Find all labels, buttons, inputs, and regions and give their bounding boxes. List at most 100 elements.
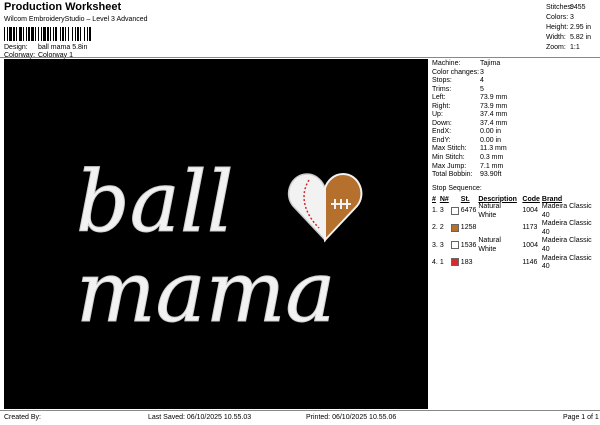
param-row: Right: 73.9 mm	[432, 103, 507, 112]
barcode-bar	[38, 27, 39, 41]
color-swatch	[450, 206, 459, 215]
needle-number: 1	[439, 258, 444, 266]
param-row: Total Bobbin: 93.90ft	[432, 171, 507, 180]
thread-code: 1173	[522, 224, 538, 232]
barcode-bar	[47, 27, 49, 41]
param-label: Trims:	[432, 85, 452, 93]
barcode-bar	[23, 27, 24, 41]
barcode-bar	[65, 27, 66, 41]
software-name: Wilcom EmbroideryStudio – Level 3 Advanc…	[4, 16, 148, 23]
footer-printed: Printed: 06/10/2025 10.55.06	[306, 414, 397, 421]
barcode-bar	[7, 27, 8, 41]
footer: Created By: Last Saved: 06/10/2025 10.55…	[0, 410, 600, 425]
param-label: Right:	[432, 102, 451, 110]
param-value: Tajima	[480, 60, 501, 67]
barcode-bar	[72, 27, 73, 41]
thread-brand: Madeira Classic 40	[541, 254, 592, 271]
barcode-bar	[31, 27, 34, 41]
param-label: Min Stitch:	[432, 154, 465, 162]
param-row: Machine: Tajima	[432, 60, 507, 69]
summary-stitches: Stitches: 9455	[546, 4, 586, 11]
param-label: Total Bobbin:	[432, 171, 473, 179]
barcode-bar	[53, 27, 54, 41]
summary-colors: Colors: 3	[546, 14, 574, 21]
thread-brand: Madeira Classic 40	[541, 203, 592, 219]
param-value: 7.1 mm	[480, 162, 504, 170]
stop-sequence-title: Stop Sequence:	[432, 185, 482, 192]
param-label: EndX:	[432, 128, 452, 136]
stop-number: 4.	[432, 258, 438, 266]
param-value: 37.4 mm	[480, 119, 508, 127]
football-half	[324, 172, 363, 243]
param-value: 11.3 mm	[480, 145, 507, 153]
thread-brand: Madeira Classic 40	[541, 220, 592, 236]
color-swatch-cell	[450, 237, 461, 254]
barcode-bar	[60, 27, 61, 41]
barcode-bar	[75, 27, 76, 41]
param-row: Trims: 5	[432, 86, 507, 95]
param-label: Down:	[432, 119, 452, 127]
barcode-bar	[89, 27, 91, 41]
stitch-count: 1258	[460, 224, 477, 232]
param-value: 73.9 mm	[480, 94, 508, 102]
param-value: 37.4 mm	[480, 111, 508, 119]
barcode-bar	[84, 27, 85, 41]
heart-icon	[287, 172, 363, 243]
needle-number: 3	[439, 241, 444, 249]
param-row: EndY: 0.00 in	[432, 137, 507, 146]
stop-number: 1.	[432, 207, 438, 215]
barcode-bar	[77, 27, 79, 41]
barcode-bar	[68, 27, 69, 41]
param-row: Max Jump: 7.1 mm	[432, 163, 507, 172]
machine-params: Machine: Tajima Color changes: 3 Stops: 4 Trim…	[432, 60, 507, 180]
color-swatch	[450, 241, 459, 250]
barcode-bar	[43, 27, 46, 41]
stop-row: 1. 3 6476 Natural White 1004 Madeira Classic …	[432, 203, 600, 220]
stop-row: 4. 1 183 1146 Madeira Classic 40	[432, 255, 600, 272]
design-value: ball mama 5.8in	[37, 44, 88, 51]
param-value: 0.3 mm	[480, 154, 504, 162]
thread-description: Natural White	[478, 203, 501, 219]
param-label: Machine:	[432, 60, 461, 67]
barcode-bar	[80, 27, 81, 41]
header-divider	[0, 57, 600, 58]
barcode-bar	[13, 27, 15, 41]
param-row: EndX: 0.00 in	[432, 128, 507, 137]
design-artwork: ball mama	[76, 153, 363, 342]
design-text-ball: ball	[76, 153, 234, 251]
param-value: 5	[480, 85, 484, 93]
summary-width: Width: 5.82 in	[546, 34, 592, 41]
stop-row: 3. 3 1536 Natural White 1004 Madeira Classic …	[432, 237, 600, 254]
param-label: Stops:	[432, 77, 452, 85]
stop-table-header: # N# St. Description Code Brand	[432, 195, 563, 203]
param-row: Stops: 4	[432, 77, 507, 86]
design-preview: ball mama	[4, 59, 428, 409]
color-swatch-cell	[450, 203, 461, 220]
param-value: 4	[480, 77, 484, 85]
param-row: Up: 37.4 mm	[432, 111, 507, 120]
param-row: Left: 73.9 mm	[432, 94, 507, 103]
param-value: 0.00 in	[480, 136, 502, 144]
param-row: Min Stitch: 0.3 mm	[432, 154, 507, 163]
thread-description	[478, 255, 522, 272]
stitch-count: 6476	[460, 207, 477, 215]
param-label: Color changes:	[432, 68, 480, 76]
param-row: Color changes: 3	[432, 69, 507, 78]
color-swatch-cell	[450, 220, 461, 237]
thread-code: 1004	[522, 241, 538, 249]
barcode-bar	[35, 27, 36, 41]
param-value: 3	[480, 68, 484, 76]
barcode-bar	[55, 27, 57, 41]
footer-page: Page 1 of 1	[563, 414, 599, 421]
color-swatch	[450, 258, 459, 267]
stop-number: 3.	[432, 241, 438, 249]
needle-number: 2	[439, 224, 444, 232]
param-label: Up:	[432, 111, 443, 119]
barcode-bar	[87, 27, 88, 41]
barcode-bar	[28, 27, 30, 41]
barcode	[4, 27, 91, 41]
stop-row: 2. 2 1258 1173 Madeira Classic 40	[432, 220, 600, 237]
stitch-count: 183	[460, 258, 473, 266]
barcode-bar	[62, 27, 64, 41]
summary-zoom: Zoom: 1:1	[546, 44, 580, 51]
